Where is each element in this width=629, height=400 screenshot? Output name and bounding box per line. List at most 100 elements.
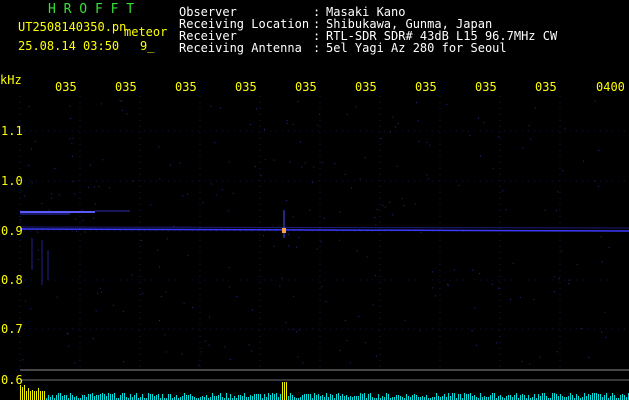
noise-dot [56, 296, 58, 298]
level-bar [162, 394, 163, 400]
noise-dot [533, 299, 535, 300]
noise-dot [296, 246, 297, 248]
noise-dot [389, 131, 391, 133]
level-bar [288, 396, 289, 400]
level-bar [276, 393, 277, 400]
level-bar [594, 393, 595, 400]
level-bar [592, 393, 593, 400]
noise-dot [469, 134, 471, 136]
level-bar [338, 393, 339, 400]
level-bar [494, 393, 495, 400]
noise-dot [312, 181, 314, 183]
level-bar [466, 394, 467, 400]
level-bar [500, 395, 501, 400]
level-bar [122, 393, 123, 400]
noise-dot [37, 231, 39, 233]
noise-dot [204, 340, 206, 342]
level-bar [464, 393, 465, 400]
level-bar [396, 395, 397, 400]
level-bar [112, 394, 113, 400]
noise-dot [181, 353, 183, 355]
noise-dot [296, 331, 297, 333]
level-bar [182, 396, 183, 400]
noise-dot [292, 216, 294, 218]
noise-dot [122, 109, 123, 111]
noise-dot [472, 269, 474, 271]
level-bar [244, 393, 245, 400]
level-bar [120, 395, 121, 400]
noise-dot [166, 238, 168, 240]
noise-dot [198, 364, 200, 366]
noise-dot [109, 187, 110, 189]
level-bar [460, 394, 461, 400]
level-bar [282, 382, 283, 400]
noise-dot [214, 142, 216, 144]
noise-dot [279, 285, 281, 287]
freq-tick-label: 0.9 [1, 224, 23, 238]
level-bar [552, 393, 553, 400]
noise-dot [384, 206, 386, 208]
noise-dot [320, 241, 322, 243]
level-bar [90, 394, 91, 400]
noise-dot [48, 209, 50, 211]
noise-dot [72, 137, 74, 139]
freq-tick-label: 0.6 [1, 373, 23, 387]
noise-dot [522, 147, 524, 149]
noise-dot [392, 214, 394, 216]
level-bar [342, 394, 343, 400]
noise-dot [334, 163, 336, 165]
level-bar [362, 394, 363, 400]
level-bar [42, 391, 43, 400]
noise-dot [392, 116, 394, 118]
noise-dot [528, 124, 530, 126]
level-bar [416, 395, 417, 400]
signal-level-layer [20, 382, 629, 400]
level-bar [314, 393, 315, 400]
level-bar [256, 394, 257, 400]
level-bar [60, 393, 61, 400]
level-bar [444, 394, 445, 400]
noise-dot [544, 209, 546, 211]
noise-dot [187, 193, 188, 195]
noise-dot [41, 203, 43, 205]
spectrogram-canvas [18, 96, 629, 400]
level-bar [468, 394, 469, 400]
noise-dot [173, 225, 175, 227]
level-bar [604, 395, 605, 400]
level-bar [206, 395, 207, 400]
level-bar [192, 396, 193, 400]
noise-dot [224, 346, 226, 348]
level-bar [190, 394, 191, 400]
level-bar [292, 395, 293, 400]
noise-dot [529, 363, 531, 365]
level-bar [452, 393, 453, 400]
noise-dot [561, 250, 562, 252]
level-bar [474, 395, 475, 400]
level-bar [600, 394, 601, 400]
noise-dot [594, 180, 596, 182]
level-bar [20, 385, 21, 400]
level-bar [470, 393, 471, 400]
level-bar [48, 395, 49, 400]
noise-dot [288, 234, 290, 236]
noise-dot [498, 287, 500, 289]
level-bar [356, 396, 357, 400]
noise-dot [119, 100, 121, 102]
level-bar [240, 395, 241, 400]
noise-dot [165, 351, 167, 353]
level-bar [358, 396, 359, 400]
noise-dot [183, 303, 185, 305]
noise-dot [288, 245, 290, 247]
noise-dot [435, 295, 436, 297]
level-bar [554, 393, 555, 400]
carrier-trace-shadow [19, 226, 629, 229]
time-tick-label: 035 [475, 80, 497, 94]
noise-dot [502, 190, 504, 192]
noise-dot [554, 276, 556, 278]
level-bar [62, 396, 63, 400]
noise-dot [81, 209, 83, 211]
noise-dot [426, 141, 428, 143]
time-tick-label: 035 [295, 80, 317, 94]
noise-dot [22, 359, 24, 361]
noise-dot [248, 344, 250, 346]
